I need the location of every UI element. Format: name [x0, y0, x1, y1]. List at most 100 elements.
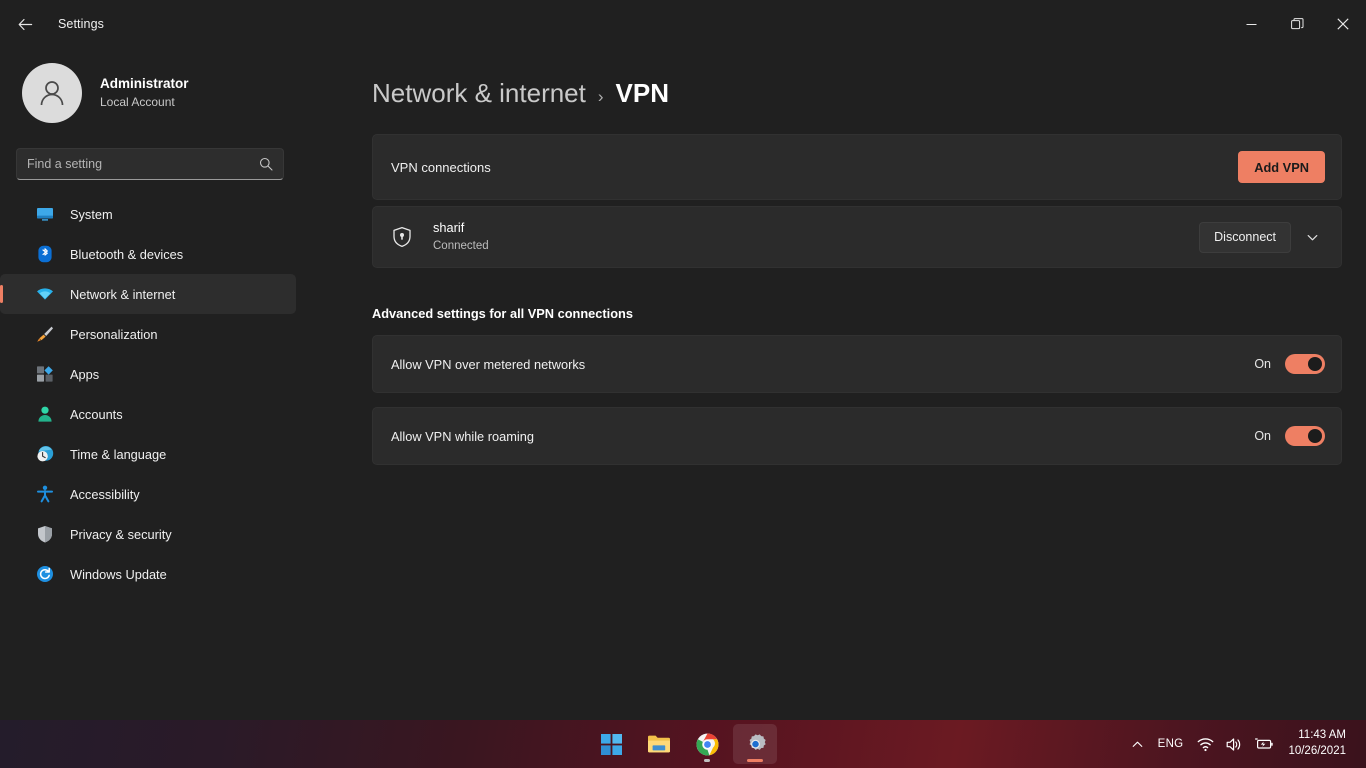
shield-icon: [36, 525, 54, 543]
search-input[interactable]: [27, 157, 259, 171]
clock-date: 10/26/2021: [1288, 745, 1346, 757]
toggle-knob: [1308, 357, 1322, 371]
window-controls: [1228, 0, 1366, 48]
wifi-tray-button[interactable]: [1191, 725, 1220, 763]
sidebar-nav: System Bluetooth & devices Network & inter…: [0, 194, 320, 594]
account-card[interactable]: Administrator Local Account: [0, 48, 320, 126]
toggle-switch[interactable]: [1285, 354, 1325, 374]
chrome-icon: [696, 733, 718, 755]
sidebar-item-label: System: [70, 206, 113, 222]
maximize-button[interactable]: [1274, 0, 1320, 48]
sidebar-item-label: Windows Update: [70, 566, 167, 582]
search-icon: [259, 157, 273, 171]
sidebar-item-bluetooth-devices[interactable]: Bluetooth & devices: [0, 234, 296, 274]
wifi-icon: [36, 285, 54, 303]
vpn-shield-lock-icon: [393, 226, 411, 248]
advanced-settings-heading: Advanced settings for all VPN connection…: [372, 306, 633, 321]
toggle-state-label: On: [1254, 429, 1271, 443]
account-person-icon: [36, 405, 54, 423]
sidebar-item-label: Accessibility: [70, 486, 140, 502]
disconnect-button[interactable]: Disconnect: [1199, 221, 1291, 253]
taskbar-indicator-active: [747, 759, 763, 762]
sidebar-item-label: Bluetooth & devices: [70, 246, 184, 262]
file-explorer-button[interactable]: [637, 724, 681, 764]
tray-overflow-button[interactable]: [1125, 725, 1150, 763]
expand-button[interactable]: [1297, 222, 1327, 252]
language-indicator[interactable]: ENG: [1150, 725, 1192, 763]
setting-label: Allow VPN over metered networks: [391, 356, 586, 372]
sidebar-item-privacy-security[interactable]: Privacy & security: [0, 514, 296, 554]
toggle-knob: [1308, 429, 1322, 443]
sidebar-item-label: Personalization: [70, 326, 158, 342]
sidebar-item-label: Accounts: [70, 406, 123, 422]
sidebar-item-label: Time & language: [70, 446, 167, 462]
sidebar-item-label: Apps: [70, 366, 100, 382]
wifi-icon: [1198, 737, 1214, 751]
volume-tray-button[interactable]: [1220, 725, 1249, 763]
settings-button[interactable]: [733, 724, 777, 764]
apps-icon: [36, 365, 54, 383]
avatar: [22, 63, 82, 123]
close-button[interactable]: [1320, 0, 1366, 48]
person-avatar-icon: [40, 81, 64, 106]
minimize-button[interactable]: [1228, 0, 1274, 48]
account-subtitle: Local Account: [100, 94, 175, 109]
taskbar-indicator: [704, 759, 710, 762]
breadcrumb-parent[interactable]: Network & internet: [372, 78, 586, 109]
system-tray: ENG 11:43 AM 10/26/2021: [1125, 720, 1366, 768]
toggle-switch[interactable]: [1285, 426, 1325, 446]
search-box[interactable]: [16, 148, 284, 180]
sidebar-item-system[interactable]: System: [0, 194, 296, 234]
vpn-connections-label: VPN connections: [391, 159, 491, 175]
minimize-icon: [1246, 23, 1256, 25]
sidebar-item-accessibility[interactable]: Accessibility: [0, 474, 296, 514]
sidebar-item-personalization[interactable]: Personalization: [0, 314, 296, 354]
setting-row: Allow VPN over metered networks On: [372, 335, 1342, 393]
toggle-state-label: On: [1254, 357, 1271, 371]
selection-indicator: [0, 285, 3, 303]
clock-time: 11:43 AM: [1298, 729, 1346, 742]
windows-logo-icon: [600, 733, 622, 755]
vpn-connection-row[interactable]: sharif Connected Disconnect: [372, 206, 1342, 268]
gear-icon: [749, 733, 766, 750]
taskbar-apps: [589, 724, 777, 764]
clock-globe-icon: [36, 445, 54, 463]
advanced-settings-list: Allow VPN over metered networks On Allow V…: [320, 335, 1366, 465]
breadcrumb-separator: ›: [597, 87, 604, 106]
vpn-connections-card: VPN connections Add VPN: [372, 134, 1342, 200]
folder-icon: [648, 735, 670, 753]
sidebar-item-windows-update[interactable]: Windows Update: [0, 554, 296, 594]
speaker-icon: [1227, 737, 1241, 751]
chevron-down-icon: [1307, 234, 1317, 240]
vpn-status: Connected: [433, 240, 489, 253]
paintbrush-icon: [36, 325, 54, 343]
taskbar: ENG 11:43 AM 10/26/2021: [0, 720, 1366, 768]
chevron-up-icon: [1132, 741, 1142, 747]
sidebar-item-accounts[interactable]: Accounts: [0, 394, 296, 434]
restore-icon: [1290, 17, 1303, 29]
account-name: Administrator: [100, 76, 189, 92]
update-refresh-icon: [36, 565, 54, 583]
sidebar-item-time-language[interactable]: Time & language: [0, 434, 296, 474]
back-button[interactable]: [8, 8, 42, 40]
bluetooth-icon: [36, 245, 54, 263]
title-bar: Settings: [0, 0, 1366, 48]
main-content: Network & internet › VPN VPN connections…: [320, 48, 1366, 768]
display-icon: [36, 205, 54, 223]
battery-tray-button[interactable]: [1249, 725, 1280, 763]
chrome-button[interactable]: [685, 724, 729, 764]
setting-label: Allow VPN while roaming: [391, 428, 534, 444]
sidebar-item-label: Network & internet: [70, 286, 176, 302]
breadcrumb: Network & internet › VPN: [372, 78, 1366, 109]
sidebar-item-apps[interactable]: Apps: [0, 354, 296, 394]
page-title: VPN: [615, 78, 670, 108]
sidebar-item-label: Privacy & security: [70, 526, 172, 542]
start-button[interactable]: [589, 724, 633, 764]
vpn-name: sharif: [433, 219, 465, 235]
battery-charging-icon: [1255, 738, 1274, 749]
sidebar-item-network-internet[interactable]: Network & internet: [0, 274, 296, 314]
setting-row: Allow VPN while roaming On: [372, 407, 1342, 465]
clock[interactable]: 11:43 AM 10/26/2021: [1280, 725, 1356, 763]
back-arrow-icon: [18, 18, 32, 30]
add-vpn-button[interactable]: Add VPN: [1238, 151, 1325, 183]
